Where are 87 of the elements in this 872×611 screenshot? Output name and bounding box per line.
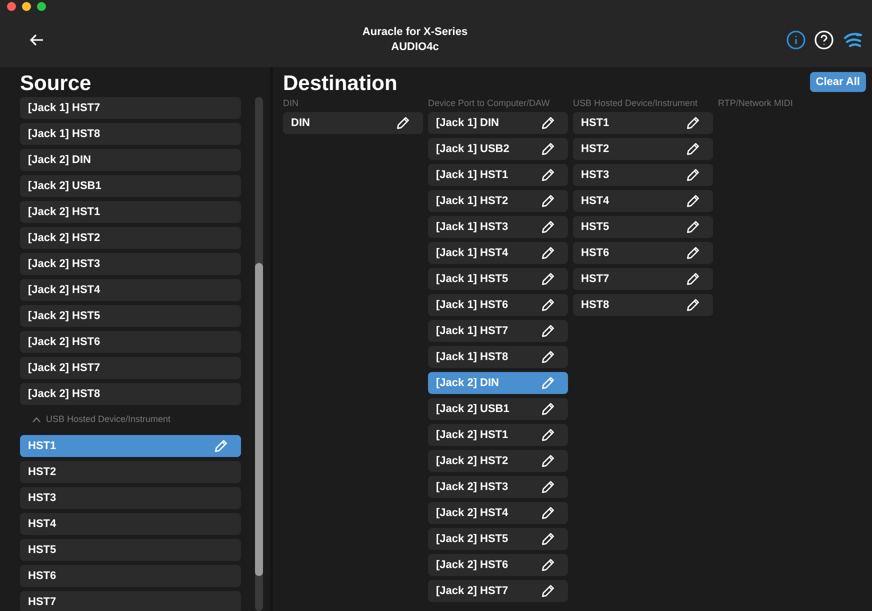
source-heading: Source	[19, 71, 92, 97]
list-item[interactable]: [Jack 2] HST2	[428, 450, 568, 472]
pencil-icon[interactable]	[540, 297, 556, 313]
list-item[interactable]: HST3	[20, 487, 241, 509]
scrollbar-track[interactable]	[255, 97, 263, 611]
list-item[interactable]: [Jack 1] HST5	[428, 268, 568, 290]
column-heading: Device Port to Computer/DAW	[428, 97, 551, 110]
list-item[interactable]: [Jack 2] USB1	[20, 175, 241, 197]
list-item[interactable]: [Jack 2] HST3	[20, 253, 241, 275]
list-item[interactable]: HST6	[573, 242, 713, 264]
pencil-icon[interactable]	[685, 115, 701, 131]
list-item[interactable]: HST5	[20, 539, 241, 561]
list-item[interactable]: [Jack 1] USB2	[428, 138, 568, 160]
group-header[interactable]: USB Hosted Device/Instrument	[20, 409, 270, 431]
pencil-icon[interactable]	[685, 297, 701, 313]
app-title: Auracle for X-Series	[362, 24, 468, 40]
pencil-icon[interactable]	[540, 505, 556, 521]
list-item[interactable]: [Jack 1] HST2	[428, 190, 568, 212]
list-item[interactable]: [Jack 2] USB1	[428, 398, 568, 420]
list-item[interactable]: HST4	[20, 513, 241, 535]
pencil-icon[interactable]	[395, 115, 411, 131]
list-item[interactable]: HST1	[573, 112, 713, 134]
pencil-icon[interactable]	[540, 219, 556, 235]
pencil-icon[interactable]	[540, 427, 556, 443]
list-item[interactable]: HST7	[20, 591, 241, 611]
list-item[interactable]: [Jack 2] HST5	[20, 305, 241, 327]
pencil-icon[interactable]	[685, 193, 701, 209]
column-heading: USB Hosted Device/Instrument	[573, 97, 699, 110]
list-item[interactable]: [Jack 1] HST7	[428, 320, 568, 342]
list-item[interactable]: [Jack 1] HST1	[428, 164, 568, 186]
list-item[interactable]: HST2	[573, 138, 713, 160]
list-item[interactable]: [Jack 2] HST7	[20, 357, 241, 379]
pencil-icon[interactable]	[540, 323, 556, 339]
list-item[interactable]: HST3	[573, 164, 713, 186]
pencil-icon[interactable]	[540, 141, 556, 157]
pencil-icon[interactable]	[540, 349, 556, 365]
column-heading: RTP/Network MIDI	[718, 97, 794, 110]
list-item[interactable]: [Jack 2] HST4	[20, 279, 241, 301]
info-icon[interactable]	[786, 30, 806, 50]
pencil-icon[interactable]	[540, 401, 556, 417]
pencil-icon[interactable]	[540, 453, 556, 469]
pencil-icon[interactable]	[540, 531, 556, 547]
pencil-icon[interactable]	[540, 115, 556, 131]
list-item[interactable]: [Jack 1] HST4	[428, 242, 568, 264]
list-item[interactable]: [Jack 2] HST8	[20, 383, 241, 405]
pencil-icon[interactable]	[685, 141, 701, 157]
list-item[interactable]: [Jack 1] HST7	[20, 97, 241, 119]
chevron-icon[interactable]	[32, 417, 41, 423]
pencil-icon[interactable]	[540, 557, 556, 573]
list-item[interactable]: [Jack 2] HST6	[428, 554, 568, 576]
list-item[interactable]: [Jack 1] DIN	[428, 112, 568, 134]
back-arrow-icon[interactable]	[30, 34, 44, 46]
pencil-icon[interactable]	[540, 583, 556, 599]
list-item[interactable]: [Jack 2] HST7	[428, 580, 568, 602]
pencil-icon[interactable]	[540, 479, 556, 495]
scrollbar-thumb[interactable]	[255, 263, 263, 576]
list-item[interactable]: [Jack 2] HST1	[428, 424, 568, 446]
list-item[interactable]: [Jack 2] HST2	[20, 227, 241, 249]
list-item[interactable]: HST8	[573, 294, 713, 316]
list-item[interactable]: [Jack 2] HST5	[428, 528, 568, 550]
list-item[interactable]: HST2	[20, 461, 241, 483]
list-item[interactable]: HST7	[573, 268, 713, 290]
pencil-icon[interactable]	[540, 193, 556, 209]
pencil-icon[interactable]	[540, 271, 556, 287]
pencil-icon[interactable]	[685, 271, 701, 287]
destination-heading: Destination	[283, 71, 398, 97]
list-item[interactable]: [Jack 1] HST8	[428, 346, 568, 368]
list-item[interactable]: HST5	[573, 216, 713, 238]
list-item[interactable]: [Jack 1] HST6	[428, 294, 568, 316]
pencil-icon[interactable]	[685, 245, 701, 261]
list-item[interactable]: [Jack 2] DIN	[20, 149, 241, 171]
device-name: AUDIO4c	[391, 40, 439, 54]
list-item[interactable]: [Jack 1] HST8	[20, 123, 241, 145]
help-icon[interactable]	[814, 30, 834, 50]
list-item[interactable]: [Jack 2] HST3	[428, 476, 568, 498]
list-item[interactable]: [Jack 2] HST1	[20, 201, 241, 223]
list-item[interactable]: [Jack 2] HST4	[428, 502, 568, 524]
pencil-icon[interactable]	[540, 167, 556, 183]
pencil-icon[interactable]	[540, 245, 556, 261]
list-item[interactable]: [Jack 1] HST3	[428, 216, 568, 238]
list-item[interactable]: HST6	[20, 565, 241, 587]
list-item[interactable]: HST4	[573, 190, 713, 212]
column-heading: DIN	[283, 97, 300, 110]
list-item[interactable]: [Jack 2] HST6	[20, 331, 241, 353]
list-item[interactable]: DIN	[283, 112, 423, 134]
pencil-icon[interactable]	[685, 219, 701, 235]
pencil-icon[interactable]	[685, 167, 701, 183]
